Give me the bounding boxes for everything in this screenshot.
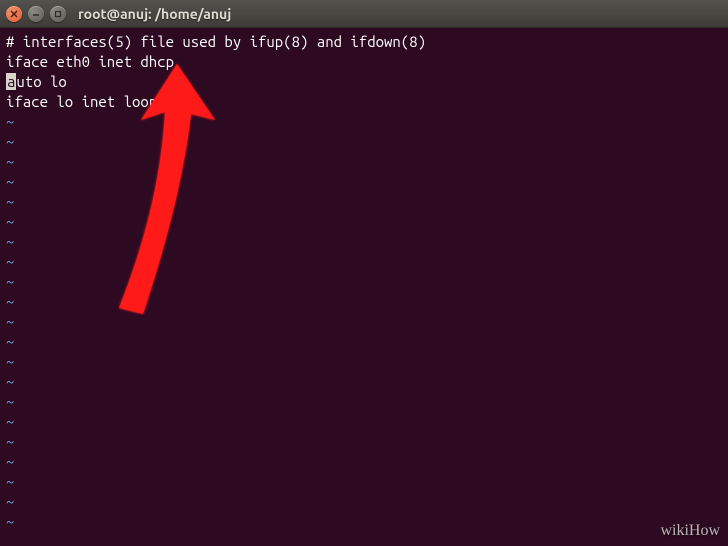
vim-tilde: ~ (6, 152, 722, 172)
watermark: wikiHow (660, 522, 720, 540)
close-button[interactable] (6, 6, 22, 22)
editor-line: # interfaces(5) file used by ifup(8) and… (6, 32, 722, 52)
vim-tilde: ~ (6, 452, 722, 472)
vim-tilde: ~ (6, 112, 722, 132)
vim-tilde: ~ (6, 272, 722, 292)
terminal-content[interactable]: # interfaces(5) file used by ifup(8) and… (0, 28, 728, 546)
vim-tilde: ~ (6, 412, 722, 432)
vim-tilde: ~ (6, 472, 722, 492)
titlebar: root@anuj: /home/anuj (0, 0, 728, 28)
vim-tilde: ~ (6, 252, 722, 272)
cursor: a (6, 73, 16, 90)
editor-line: iface eth0 inet dhcp (6, 52, 722, 72)
maximize-button[interactable] (50, 6, 66, 22)
terminal-window: root@anuj: /home/anuj # interfaces(5) fi… (0, 0, 728, 546)
editor-line: auto lo (6, 72, 722, 92)
vim-tilde: ~ (6, 392, 722, 412)
vim-tilde: ~ (6, 212, 722, 232)
vim-tilde: ~ (6, 232, 722, 252)
vim-tilde: ~ (6, 352, 722, 372)
vim-tilde: ~ (6, 372, 722, 392)
vim-tilde: ~ (6, 512, 722, 532)
minimize-button[interactable] (28, 6, 44, 22)
editor-line: iface lo inet loopback (6, 92, 722, 112)
vim-tilde: ~ (6, 132, 722, 152)
vim-tilde: ~ (6, 332, 722, 352)
vim-tilde: ~ (6, 192, 722, 212)
vim-tilde: ~ (6, 292, 722, 312)
vim-tilde: ~ (6, 172, 722, 192)
vim-tilde: ~ (6, 492, 722, 512)
window-title: root@anuj: /home/anuj (78, 6, 231, 22)
vim-tilde: ~ (6, 432, 722, 452)
vim-tilde: ~ (6, 312, 722, 332)
